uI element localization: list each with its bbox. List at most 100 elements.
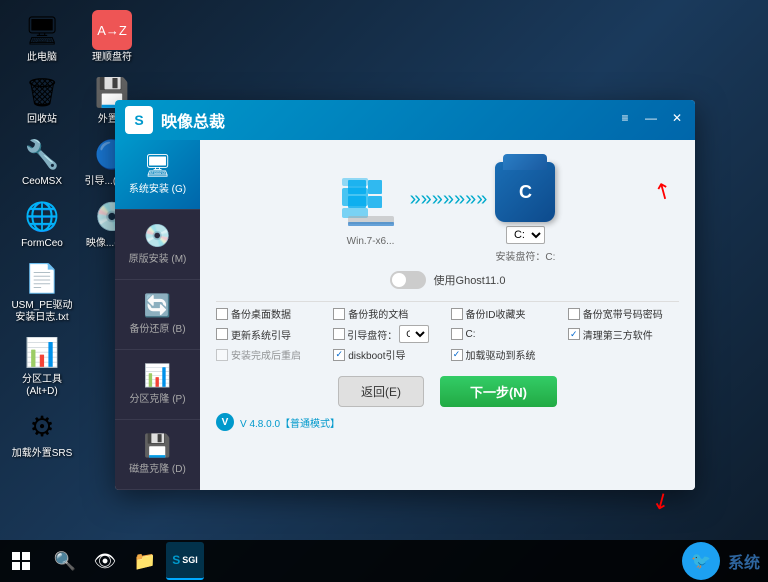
cb-broadband-backup-box[interactable] [568, 308, 580, 320]
taskbar-sgi[interactable]: S SGI [166, 542, 204, 580]
txt-label: USM_PE驱动安装日志.txt [10, 300, 74, 324]
cb-boot-drive-box[interactable] [333, 328, 345, 340]
desktop-icons-left: 🖥 此电脑 🗑 回收站 🔧 CeoMSX 🌐 FormCeo 📄 USM_PE驱… [10, 10, 74, 460]
original-install-icon: 💿 [144, 223, 171, 249]
viz-target: C C: 安装盘符：C: [495, 154, 555, 263]
start-button[interactable] [0, 540, 42, 582]
cb-boot-drive-label: 引导盘符： [347, 327, 397, 342]
logo-letter: S [134, 112, 143, 128]
version-label: V 4.8.0.0【普通模式】 [240, 415, 340, 430]
cb-id-backup-box[interactable] [451, 308, 463, 320]
taskbar-explorer[interactable]: 📁 [126, 542, 164, 580]
az-icon: A→Z [92, 10, 132, 50]
drive-letter: C [519, 182, 532, 203]
cb-desktop-backup-box[interactable] [216, 308, 228, 320]
taskbar: 🔍 👁 📁 S SGI 🐦 系统 [0, 540, 768, 582]
cb-reboot-after-box[interactable]: ✓ [568, 328, 580, 340]
cb-reboot-after: ✓ 清理第三方软件 [568, 325, 679, 343]
ghost-toggle-label: 使用Ghost11.0 [434, 272, 506, 288]
cb-clean-third-label: C: [466, 329, 476, 340]
sidebar-item-original-install[interactable]: 💿 原版安装 (M) [115, 210, 200, 280]
drive-container: C [495, 162, 555, 222]
cb-load-driver-box[interactable]: ✓ [333, 349, 345, 361]
cb-clean-third: C: [451, 325, 562, 343]
partition-icon: 📊 [22, 332, 62, 372]
disk-clone-label: 磁盘克隆 (D) [129, 463, 186, 476]
version-bar: V V 4.8.0.0【普通模式】 [216, 413, 679, 431]
taskbar-cortana[interactable]: 👁 [86, 542, 124, 580]
cb-doc-backup: 备份我的文档 [333, 306, 444, 321]
ceomsx-label: CeoMSX [22, 176, 62, 188]
next-button[interactable]: 下一步(N) [440, 376, 557, 407]
cb-id-backup: 备份ID收藏夹 [451, 306, 562, 321]
desktop-icon-formceo[interactable]: 🌐 FormCeo [10, 196, 74, 250]
taskbar-icons: 🔍 👁 📁 S SGI [42, 542, 208, 580]
cb-update-boot: 更新系统引导 [216, 325, 327, 343]
watermark: 系统 [728, 549, 760, 573]
txt-icon: 📄 [22, 258, 62, 298]
cb-usb3-box[interactable]: ✓ [451, 349, 463, 361]
menu-button[interactable]: ≡ [615, 108, 635, 128]
desktop-icon-txt[interactable]: 📄 USM_PE驱动安装日志.txt [10, 258, 74, 324]
twitter-button[interactable]: 🐦 [682, 542, 720, 580]
this-pc-icon: 🖥 [22, 10, 62, 50]
close-button[interactable]: ✕ [667, 108, 687, 128]
arrow-sequence: »»»»»»» [410, 189, 488, 209]
back-button[interactable]: 返回(E) [338, 376, 424, 407]
recycle-bin-icon: 🗑 [22, 72, 62, 112]
srs-label: 加载外置SRS [12, 448, 73, 460]
cb-broadband-backup: 备份宽带号码密码 [568, 306, 679, 321]
app-controls: ≡ — ✕ [615, 108, 687, 128]
checkboxes-grid: 备份桌面数据 备份我的文档 备份ID收藏夹 备份宽带号码密码 更新系统引导 [216, 306, 679, 362]
sidebar-item-partition-clone[interactable]: 📊 分区克隆 (P) [115, 350, 200, 420]
viz-source: Win.7-x6... [340, 170, 402, 247]
divider [216, 301, 679, 302]
desktop-icon-az[interactable]: A→Z 理顺盘符 [80, 10, 144, 64]
app-sidebar: 🖥 系统安装 (G) 💿 原版安装 (M) 🔄 备份还原 (B) 📊 分区克隆 … [115, 140, 200, 490]
drive-select-row: C: [506, 226, 545, 244]
cb-load-driver: ✓ diskboot引导 [333, 347, 444, 362]
cb-desktop-backup-label: 备份桌面数据 [231, 306, 291, 321]
original-install-label: 原版安装 (M) [129, 253, 187, 266]
sidebar-item-disk-clone[interactable]: 💾 磁盘克隆 (D) [115, 420, 200, 490]
source-label: Win.7-x6... [347, 236, 395, 247]
drive-select[interactable]: C: [506, 226, 545, 244]
desktop-icon-recycle[interactable]: 🗑 回收站 [10, 72, 74, 126]
ghost-toggle[interactable] [390, 271, 426, 289]
cb-id-backup-label: 备份ID收藏夹 [466, 306, 526, 321]
desktop-icon-partition[interactable]: 📊 分区工具(Alt+D) [10, 332, 74, 398]
boot-drive-select[interactable]: C: [399, 325, 429, 343]
desktop-icon-ceomsx[interactable]: 🔧 CeoMSX [10, 134, 74, 188]
backup-label: 备份还原 (B) [129, 323, 185, 336]
az-label: 理顺盘符 [92, 52, 132, 64]
recycle-bin-label: 回收站 [27, 114, 57, 126]
cb-doc-backup-box[interactable] [333, 308, 345, 320]
formceo-label: FormCeo [21, 238, 63, 250]
install-viz: Win.7-x6... »»»»»»» C [216, 154, 679, 263]
ceomsx-icon: 🔧 [22, 134, 62, 174]
cb-reboot-after-label: 清理第三方软件 [583, 327, 653, 342]
taskbar-search[interactable]: 🔍 [46, 542, 84, 580]
cb-diskboot-label: 安装完成后重启 [231, 347, 301, 362]
cb-desktop-backup: 备份桌面数据 [216, 306, 327, 321]
system-install-icon: 🖥 [144, 153, 172, 179]
formceo-icon: 🌐 [22, 196, 62, 236]
cb-usb3: ✓ 加载驱动到系统 [451, 347, 680, 362]
desktop-icon-srs[interactable]: ⚙ 加载外置SRS [10, 406, 74, 460]
cb-load-driver-label: diskboot引导 [348, 347, 405, 362]
minimize-button[interactable]: — [641, 108, 661, 128]
cb-update-boot-box[interactable] [216, 328, 228, 340]
cb-boot-drive: 引导盘符： C: [333, 325, 444, 343]
cb-clean-third-box[interactable] [451, 328, 463, 340]
cb-usb3-label: 加载驱动到系统 [466, 347, 536, 362]
drive-icon: C [495, 162, 555, 222]
cb-doc-backup-label: 备份我的文档 [348, 306, 408, 321]
button-row: 返回(E) 下一步(N) [216, 376, 679, 407]
sidebar-item-system-install[interactable]: 🖥 系统安装 (G) [115, 140, 200, 210]
desktop-icon-this-pc[interactable]: 🖥 此电脑 [10, 10, 74, 64]
app-window: S 映像总裁 ≡ — ✕ 🖥 系统安装 (G) 💿 原版安装 (M) 🔄 备份还… [115, 100, 695, 490]
sidebar-item-backup[interactable]: 🔄 备份还原 (B) [115, 280, 200, 350]
app-content: Win.7-x6... »»»»»»» C [200, 140, 695, 490]
cb-diskboot-box[interactable] [216, 349, 228, 361]
partition-clone-label: 分区克隆 (P) [129, 393, 185, 406]
